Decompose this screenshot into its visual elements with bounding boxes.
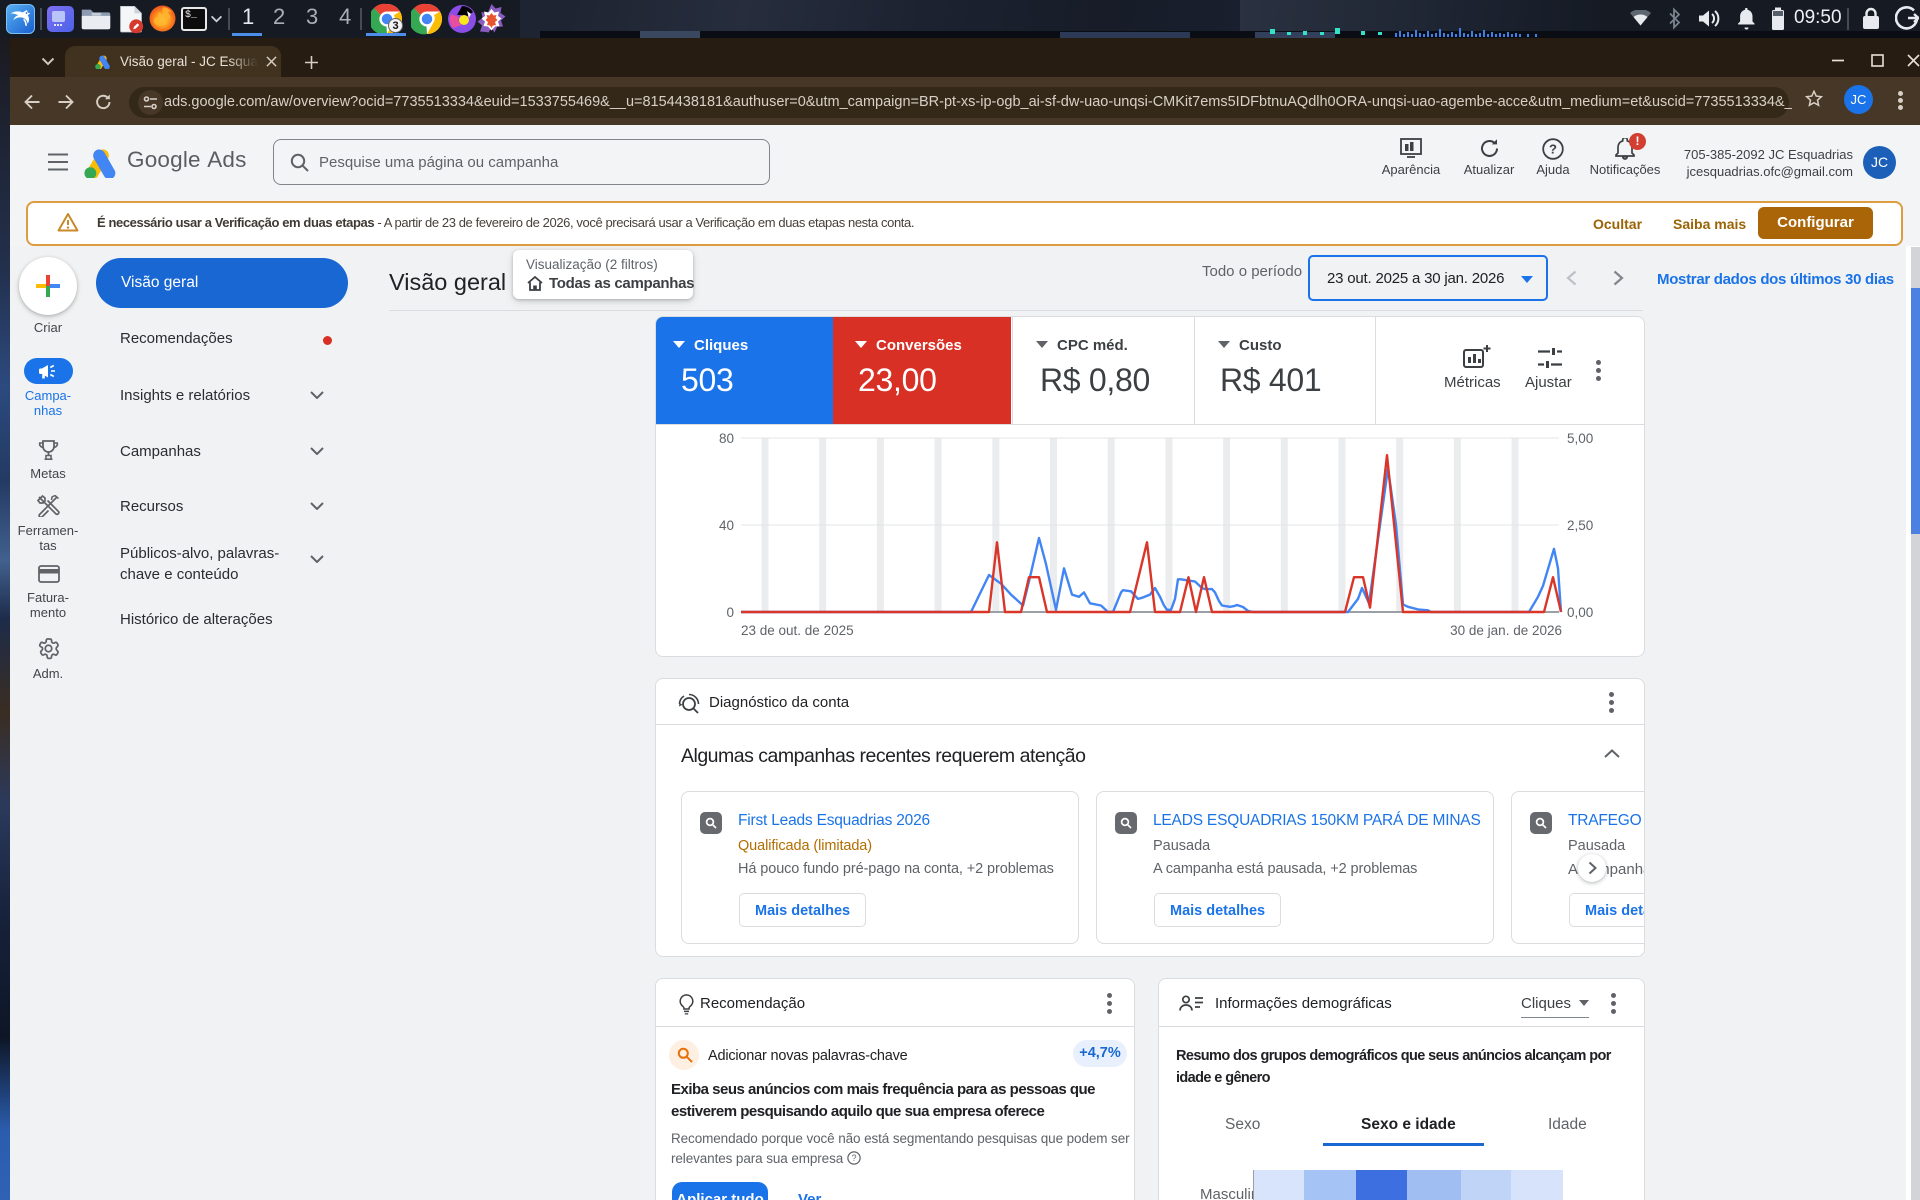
- svg-text:0,00: 0,00: [1567, 605, 1593, 620]
- svg-text:?: ?: [851, 1153, 856, 1163]
- svg-text:80: 80: [719, 431, 734, 446]
- svg-text:30 de jan. de 2026: 30 de jan. de 2026: [1450, 623, 1562, 638]
- svg-text:2,50: 2,50: [1567, 518, 1593, 533]
- svg-text:40: 40: [719, 518, 734, 533]
- svg-text:?: ?: [1549, 142, 1557, 157]
- svg-text:0: 0: [726, 605, 734, 620]
- svg-text:5,00: 5,00: [1567, 431, 1593, 446]
- svg-text:23 de out. de 2025: 23 de out. de 2025: [741, 623, 854, 638]
